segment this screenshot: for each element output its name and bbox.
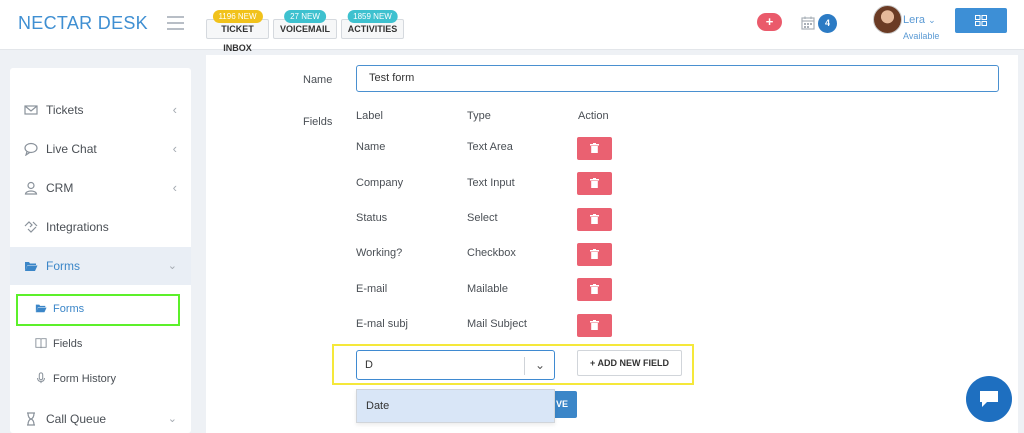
user-status: Available xyxy=(903,31,940,41)
chevron-down-icon: ⌄ xyxy=(928,15,936,25)
trash-icon xyxy=(590,214,599,224)
sidebar-subitem-fields[interactable]: Fields xyxy=(10,328,191,360)
trash-icon xyxy=(590,249,599,259)
ticket-inbox-badge: 1196 NEW xyxy=(212,10,263,23)
sidebar-item-label: Tickets xyxy=(46,103,84,117)
live-chat-launcher[interactable] xyxy=(966,376,1012,422)
voicemail-button[interactable]: 27 NEW VOICEMAIL xyxy=(273,10,337,39)
dropdown-option-date[interactable]: Date xyxy=(357,390,554,422)
new-field-type-select[interactable]: D ⌄ xyxy=(356,350,555,380)
sidebar-item-crm[interactable]: CRM ‹ xyxy=(10,169,191,207)
chevron-down-icon[interactable]: ⌄ xyxy=(535,358,545,372)
fields-label: Fields xyxy=(303,116,333,128)
chevron-left-icon: ‹ xyxy=(172,141,177,156)
field-row-label: E-mail xyxy=(356,283,388,295)
sidebar-item-call-queue[interactable]: Call Queue ⌄ xyxy=(10,400,191,433)
delete-field-button[interactable] xyxy=(577,243,612,266)
hourglass-icon xyxy=(27,412,35,426)
trash-icon xyxy=(590,178,599,188)
sidebar-subitem-form-history[interactable]: Form History xyxy=(10,363,191,395)
calendar-icon[interactable] xyxy=(801,16,815,30)
hamburger-menu-icon[interactable] xyxy=(167,16,184,30)
quick-add-button[interactable]: + xyxy=(757,13,782,31)
sidebar-item-forms[interactable]: Forms ⌄ xyxy=(10,247,191,285)
grid-icon xyxy=(975,15,987,26)
chevron-down-icon: ⌄ xyxy=(167,413,177,425)
ticket-inbox-label: TICKET INBOX xyxy=(221,24,254,53)
field-type-dropdown: Date xyxy=(356,389,555,423)
sidebar: Tickets ‹ Live Chat ‹ CRM ‹ Integrations… xyxy=(10,68,191,433)
top-bar: NECTAR DESK 1196 NEW TICKET INBOX 27 NEW… xyxy=(0,0,1024,53)
delete-field-button[interactable] xyxy=(577,314,612,337)
sidebar-subitem-label: Fields xyxy=(53,338,83,350)
field-row-type: Mailable xyxy=(467,283,508,295)
sidebar-item-tickets[interactable]: Tickets ‹ xyxy=(10,91,191,129)
envelope-icon xyxy=(24,105,38,115)
save-button[interactable]: VE xyxy=(555,391,577,418)
add-new-field-button[interactable]: + ADD NEW FIELD xyxy=(577,350,682,376)
sidebar-subitem-label: Form History xyxy=(53,373,116,385)
column-header-action: Action xyxy=(578,110,609,122)
delete-field-button[interactable] xyxy=(577,278,612,301)
activities-label: ACTIVITIES xyxy=(347,24,398,34)
delete-field-button[interactable] xyxy=(577,208,612,231)
column-header-type: Type xyxy=(467,110,491,122)
field-row-label: Name xyxy=(356,141,386,153)
chevron-left-icon: ‹ xyxy=(172,102,177,117)
chat-bubble-icon xyxy=(24,142,38,156)
activities-badge: 1859 NEW xyxy=(347,10,398,23)
user-name: Lera xyxy=(903,14,926,26)
sidebar-item-integrations[interactable]: Integrations xyxy=(10,208,191,246)
calendar-count-badge: 4 xyxy=(818,14,837,33)
chevron-down-icon: ⌄ xyxy=(167,260,177,272)
form-editor-panel: Name Test form Fields Label Type Action … xyxy=(206,55,1018,433)
field-row-type: Select xyxy=(467,212,498,224)
voicemail-badge: 27 NEW xyxy=(284,10,326,23)
delete-field-button[interactable] xyxy=(577,172,612,195)
field-row-type: Text Input xyxy=(467,177,515,189)
sidebar-item-label: Live Chat xyxy=(46,142,97,156)
trash-icon xyxy=(590,284,599,294)
form-name-input[interactable]: Test form xyxy=(356,65,999,92)
column-header-label: Label xyxy=(356,110,383,122)
field-row-type: Mail Subject xyxy=(467,318,527,330)
folder-open-icon xyxy=(25,262,38,271)
voicemail-label: VOICEMAIL xyxy=(279,24,330,34)
sidebar-item-label: Forms xyxy=(46,259,80,273)
ticket-inbox-button[interactable]: 1196 NEW TICKET INBOX xyxy=(206,10,269,53)
activities-button[interactable]: 1859 NEW ACTIVITIES xyxy=(341,10,404,39)
field-row-label: Company xyxy=(356,177,404,189)
trash-icon xyxy=(590,143,599,153)
new-field-select-value: D xyxy=(365,359,373,371)
field-row-type: Text Area xyxy=(467,141,513,153)
field-row-label: Status xyxy=(356,212,388,224)
chat-icon xyxy=(980,391,998,407)
chevron-left-icon: ‹ xyxy=(172,180,177,195)
field-row-label: Working? xyxy=(356,247,403,259)
user-name-dropdown[interactable]: Lera ⌄ xyxy=(903,14,936,26)
sidebar-item-label: CRM xyxy=(46,181,74,195)
sidebar-item-label: Call Queue xyxy=(46,412,107,426)
user-icon xyxy=(24,181,38,195)
microphone-icon xyxy=(37,372,45,384)
user-avatar[interactable] xyxy=(873,5,902,34)
field-row-type: Checkbox xyxy=(467,247,516,259)
book-icon xyxy=(35,338,47,349)
sidebar-item-label: Integrations xyxy=(46,220,109,234)
trash-icon xyxy=(590,320,599,330)
apps-grid-button[interactable] xyxy=(955,8,1007,33)
brand-logo[interactable]: NECTAR DESK xyxy=(18,13,148,34)
handshake-icon xyxy=(24,221,38,233)
name-label: Name xyxy=(303,74,333,86)
select-separator xyxy=(524,357,525,375)
delete-field-button[interactable] xyxy=(577,137,612,160)
forms-highlight-box xyxy=(16,294,180,326)
sidebar-item-live-chat[interactable]: Live Chat ‹ xyxy=(10,130,191,168)
field-row-label: E-mal subj xyxy=(356,318,408,330)
